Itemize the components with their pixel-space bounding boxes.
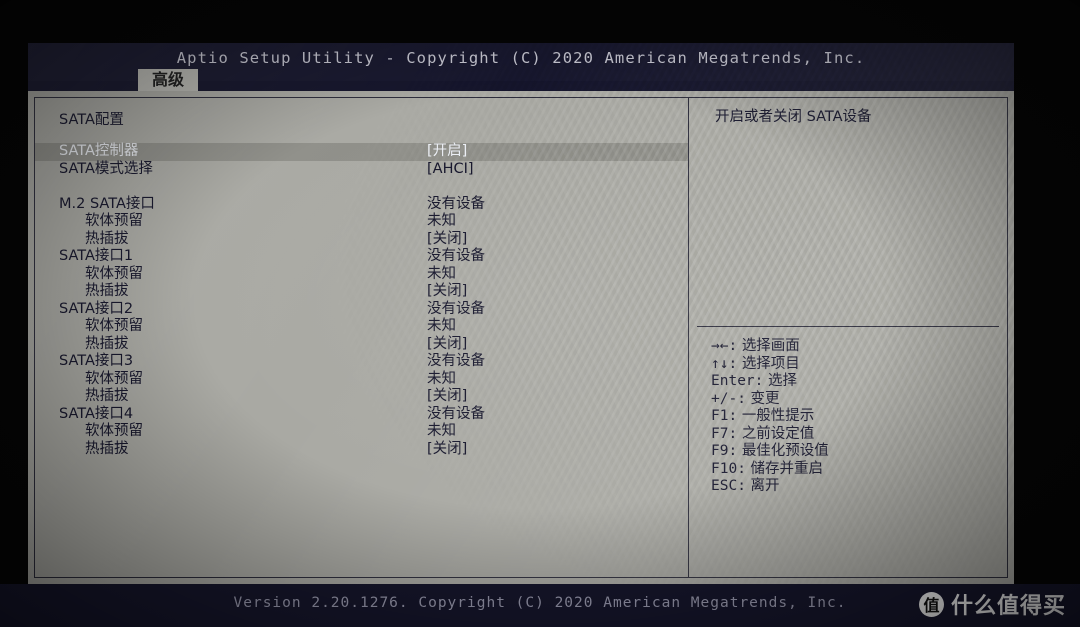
setting-row[interactable]: 软体预留 未知 [35, 266, 688, 284]
photographed-monitor: Aptio Setup Utility - Copyright (C) 2020… [0, 0, 1080, 627]
menu-tab-bar: 高级 [28, 69, 1014, 92]
setting-label: 软体预留 [85, 318, 143, 334]
setting-value[interactable]: [关闭] [427, 441, 467, 459]
setting-label: 软体预留 [85, 370, 143, 387]
legend-row: F7: 之前设定值 [711, 426, 1001, 444]
setting-row[interactable]: M.2 SATA接口 没有设备 [35, 196, 688, 214]
setting-value[interactable]: 未知 [427, 423, 456, 441]
legend-description: 一般性提示 [741, 408, 815, 424]
legend-description: 选择画面 [741, 338, 800, 354]
setting-value[interactable]: [关闭] [427, 388, 467, 406]
legend-row: +/-: 变更 [711, 391, 1001, 409]
settings-list: SATA配置 SATA控制器 [开启] SATA模式选择 [AHCI] M.2 SATA… [35, 98, 688, 577]
legend-row: ↑↓: 选择项目 [711, 356, 1001, 374]
help-divider [697, 326, 999, 327]
watermark-label: 什么值得买 [950, 594, 1066, 619]
legend-key: +/-: [711, 390, 746, 407]
setting-value[interactable]: 没有设备 [427, 406, 485, 424]
setting-label: 软体预留 [85, 423, 143, 439]
setting-value[interactable]: 未知 [427, 266, 456, 284]
setting-label: M.2 SATA接口 [59, 195, 155, 212]
section-heading: SATA配置 [35, 112, 688, 130]
watermark-badge-icon: 值 [918, 591, 944, 617]
setting-value[interactable]: 没有设备 [427, 196, 485, 214]
setting-label: 热插拔 [85, 388, 129, 404]
setting-label: 热插拔 [85, 283, 129, 299]
setting-label: SATA接口1 [59, 248, 134, 264]
setting-row[interactable]: 软体预留 未知 [35, 318, 688, 336]
section-heading-label: SATA配置 [59, 112, 124, 128]
legend-row: F10: 储存并重启 [711, 461, 1001, 479]
help-text: 开启或者关闭 SATA设备 [715, 109, 872, 125]
setting-row[interactable]: 热插拔 [关闭] [35, 231, 688, 249]
setting-value[interactable]: 未知 [427, 371, 456, 389]
legend-description: 选择 [768, 373, 797, 389]
setting-row[interactable]: 软体预留 未知 [35, 423, 688, 441]
main-panel: SATA配置 SATA控制器 [开启] SATA模式选择 [AHCI] M.2 SATA… [28, 91, 1014, 584]
legend-description: 储存并重启 [750, 460, 824, 477]
legend-description: 离开 [750, 478, 780, 494]
legend-key: Enter: [711, 373, 764, 389]
key-legend: →←: 选择画面 ↑↓: 选择项目 Enter: 选择 +/-: 变更 F1: 一般性提… [711, 338, 1001, 496]
legend-row: ESC: 离开 [711, 478, 1001, 496]
setting-row[interactable]: SATA控制器 [开启] [35, 143, 688, 161]
setting-row[interactable]: SATA接口2 没有设备 [35, 301, 688, 319]
legend-row: F1: 一般性提示 [711, 408, 1001, 426]
setting-value[interactable]: [关闭] [427, 336, 467, 354]
legend-key: F10: [711, 460, 746, 477]
legend-key: F9: [711, 443, 738, 459]
setting-row[interactable]: 热插拔 [关闭] [35, 388, 688, 406]
legend-description: 之前设定值 [741, 425, 815, 442]
legend-key: ESC: [711, 478, 746, 494]
setting-value[interactable]: 没有设备 [427, 353, 485, 371]
setting-value[interactable]: [关闭] [427, 231, 467, 249]
setting-label: 热插拔 [85, 440, 129, 457]
setting-row[interactable]: SATA接口1 没有设备 [35, 248, 688, 266]
setting-value[interactable]: [关闭] [427, 283, 467, 301]
setting-value[interactable]: 未知 [427, 213, 456, 231]
setting-label: 热插拔 [85, 335, 129, 352]
legend-row: F9: 最佳化预设值 [711, 443, 1001, 461]
legend-key: →←: [711, 338, 738, 354]
setting-row[interactable]: 软体预留 未知 [35, 371, 688, 389]
tab-advanced[interactable]: 高级 [138, 69, 199, 92]
setting-row[interactable]: 热插拔 [关闭] [35, 441, 688, 459]
legend-description: 最佳化预设值 [741, 443, 829, 459]
legend-description: 变更 [750, 390, 780, 407]
page-title: Aptio Setup Utility - Copyright (C) 2020… [176, 49, 866, 67]
footer-bar: Version 2.20.1276. Copyright (C) 2020 Am… [0, 584, 1080, 627]
setting-row[interactable]: 热插拔 [关闭] [35, 336, 688, 354]
watermark: 值 什么值得买 [918, 588, 1066, 620]
bios-screen: Aptio Setup Utility - Copyright (C) 2020… [28, 43, 1014, 584]
setting-label: SATA接口2 [59, 300, 134, 317]
legend-key: ↑↓: [711, 355, 738, 372]
setting-row[interactable]: 热插拔 [关闭] [35, 283, 688, 301]
setting-value[interactable]: 未知 [427, 318, 456, 336]
setting-label: 软体预留 [85, 213, 143, 229]
legend-description: 选择项目 [741, 355, 800, 372]
setting-row[interactable]: 软体预留 未知 [35, 213, 688, 231]
setting-label: 软体预留 [85, 265, 143, 282]
setting-label: SATA接口4 [59, 405, 134, 422]
legend-key: F7: [711, 425, 738, 442]
setting-label: 热插拔 [85, 230, 129, 247]
setting-label: SATA控制器 [59, 143, 139, 159]
setting-label: SATA接口3 [59, 353, 134, 369]
setting-value[interactable]: [开启] [427, 143, 467, 161]
setting-value[interactable]: 没有设备 [427, 301, 485, 319]
help-panel: 开启或者关闭 SATA设备 →←: 选择画面 ↑↓: 选择项目 Enter: 选择 +… [689, 98, 1007, 577]
setting-row[interactable]: SATA模式选择 [AHCI] [35, 161, 688, 179]
legend-row: Enter: 选择 [711, 373, 1001, 391]
setting-label: SATA模式选择 [59, 160, 153, 177]
setting-value[interactable]: 没有设备 [427, 248, 485, 266]
setting-row[interactable]: SATA接口3 没有设备 [35, 353, 688, 371]
setting-row[interactable]: SATA接口4 没有设备 [35, 406, 688, 424]
setting-value[interactable]: [AHCI] [427, 161, 474, 179]
legend-row: →←: 选择画面 [711, 338, 1001, 356]
legend-key: F1: [711, 408, 738, 424]
panel-border: SATA配置 SATA控制器 [开启] SATA模式选择 [AHCI] M.2 SATA… [34, 97, 1008, 578]
